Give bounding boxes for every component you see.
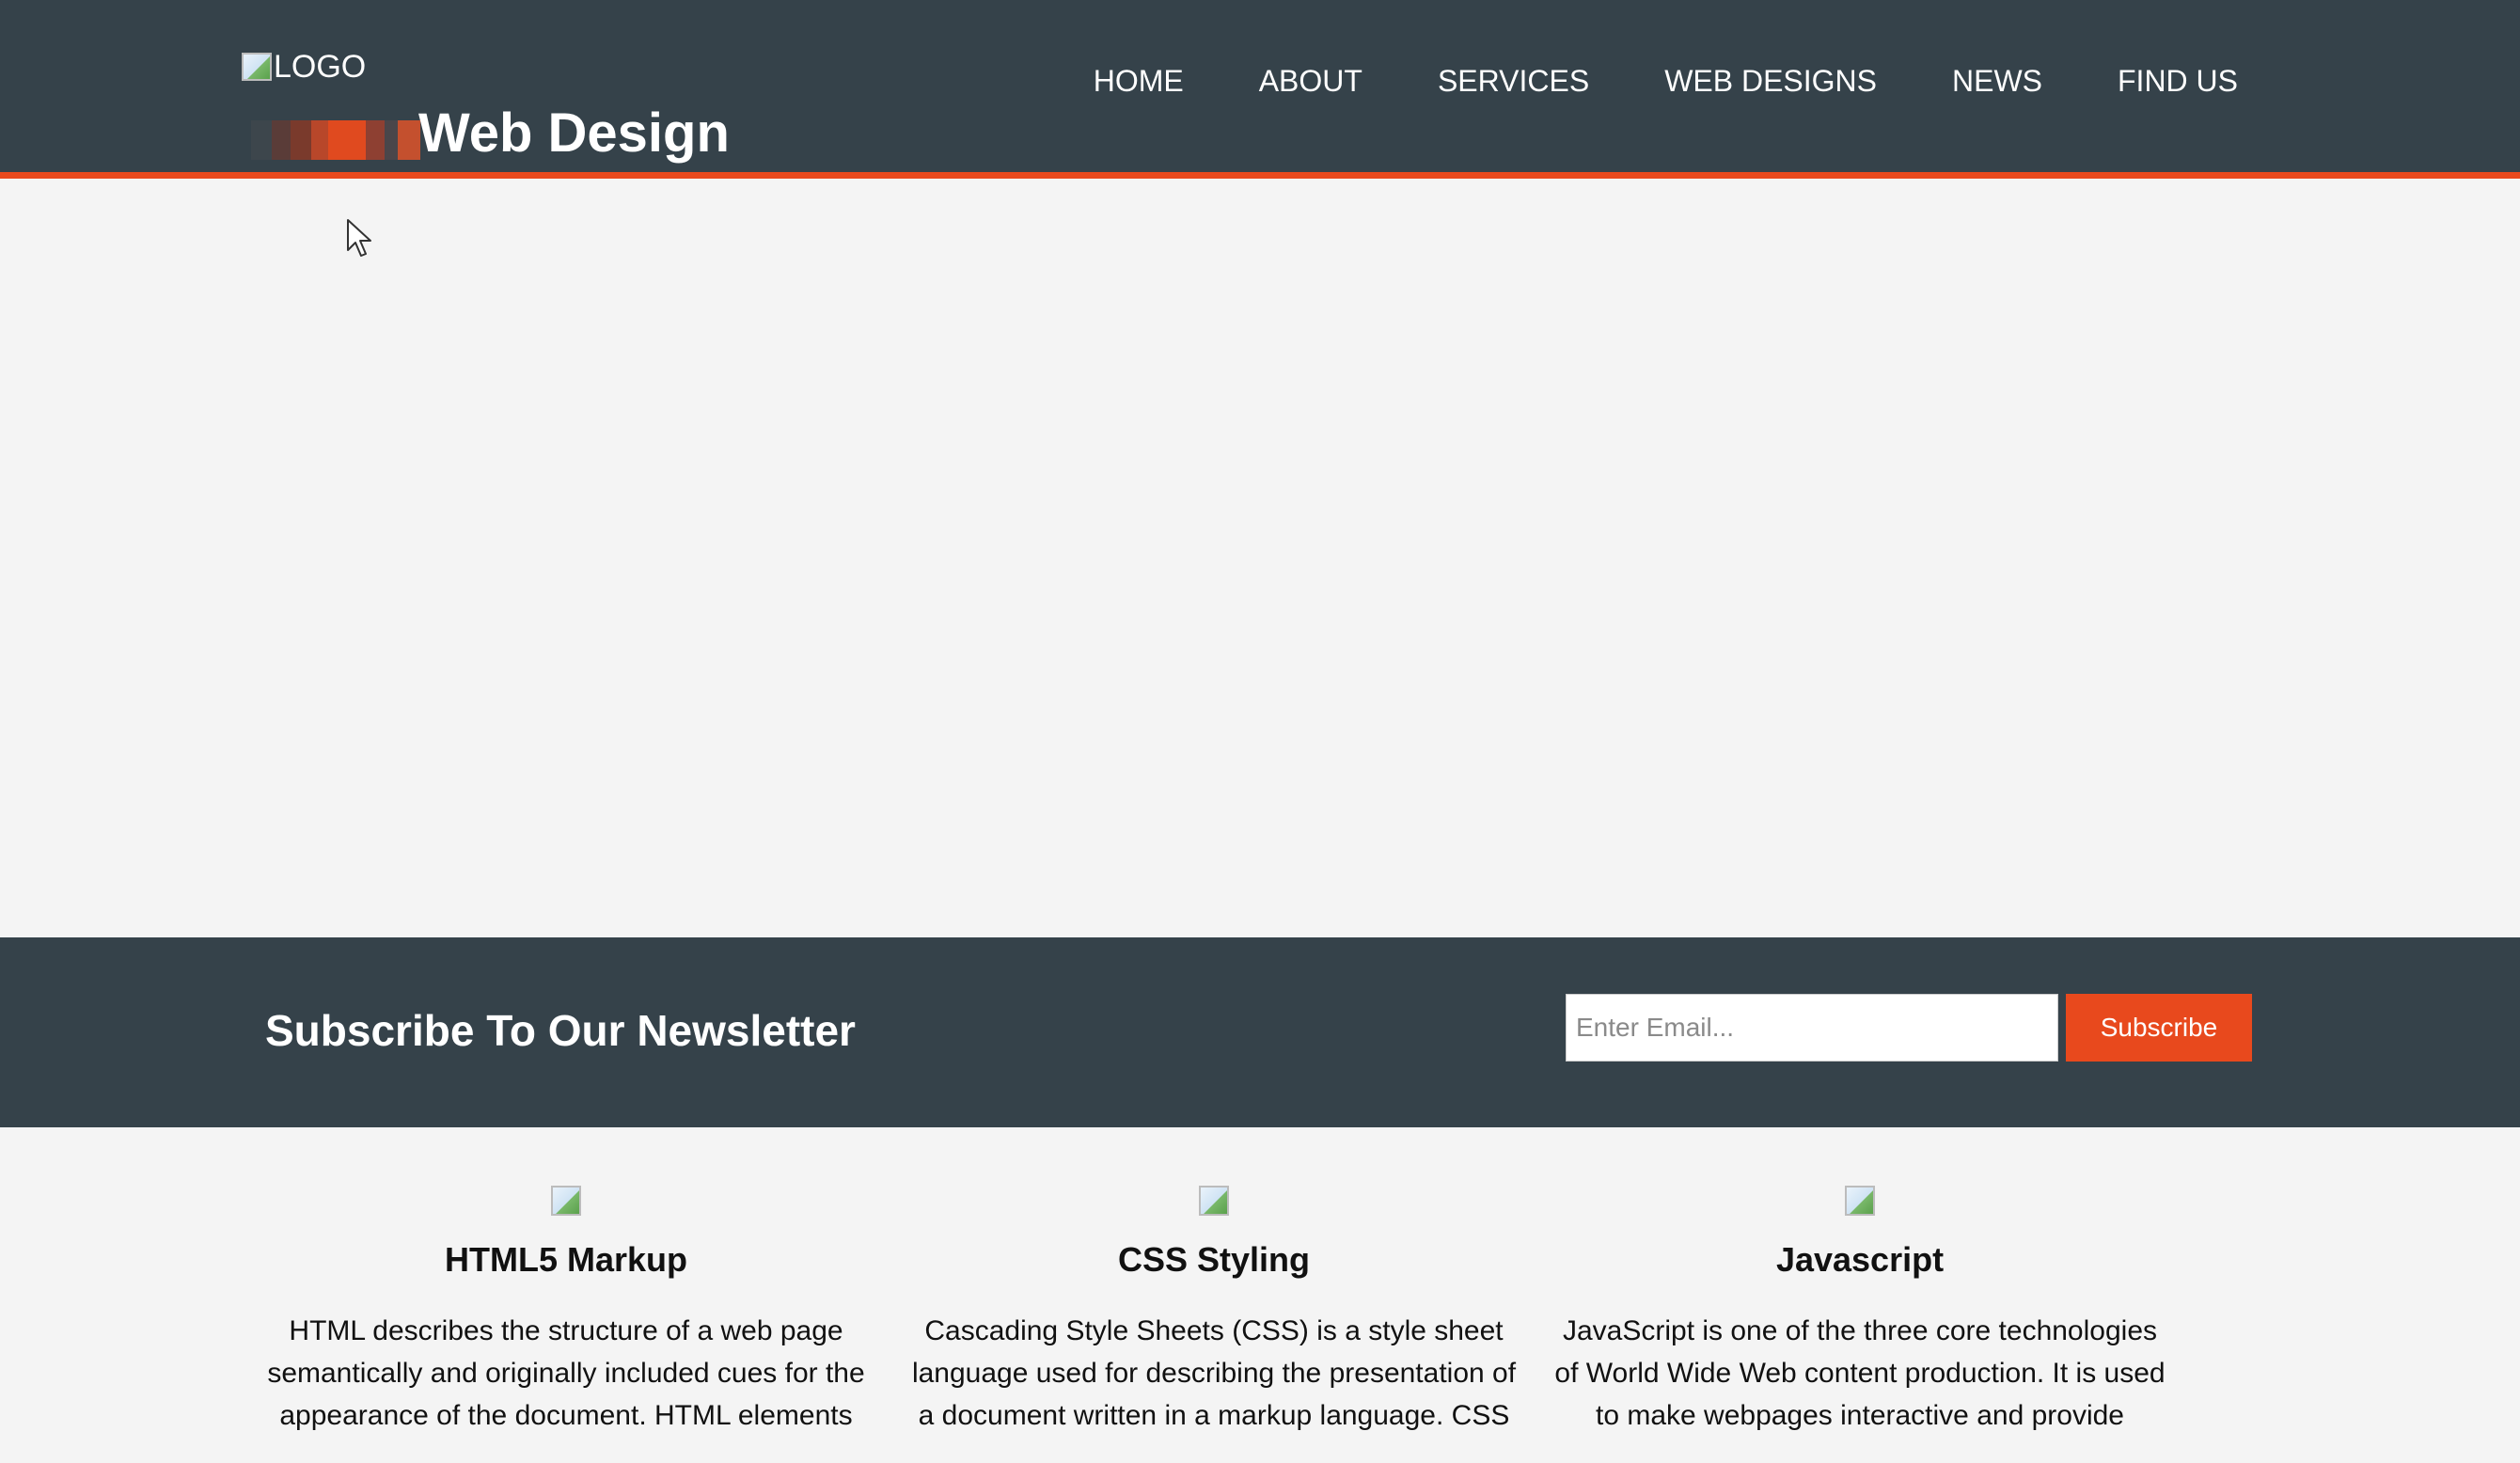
feature-text: JavaScript is one of the three core tech… [1554,1315,2166,1431]
nav-item-web-designs[interactable]: WEB DESIGNS [1664,64,1877,99]
pixelated-brand-mark [251,120,420,160]
email-input[interactable] [1566,994,2058,1062]
feature-box-html: HTML5 Markup HTML describes the structur… [256,1127,876,1437]
feature-title: CSS Styling [1117,1240,1311,1279]
broken-image-icon [242,53,272,81]
subscribe-button[interactable]: Subscribe [2066,994,2252,1062]
nav-item-find-us[interactable]: FIND US [2118,64,2238,99]
newsletter-heading: Subscribe To Our Newsletter [265,1006,856,1055]
nav-item-about[interactable]: ABOUT [1259,64,1362,99]
feature-title: Javascript [1775,1240,1945,1279]
site-header: LOGO Web Design HOME ABOUT SERVICES WEB … [0,0,2520,179]
mouse-cursor-icon [347,219,371,257]
nav-item-news[interactable]: NEWS [1952,64,2042,99]
main-nav: HOME ABOUT SERVICES WEB DESIGNS NEWS FIN… [1018,64,2238,99]
feature-text: HTML describes the structure of a web pa… [267,1315,865,1431]
feature-box-javascript: Javascript JavaScript is one of the thre… [1550,1127,2170,1437]
broken-image-icon [1199,1186,1229,1216]
feature-box-css: CSS Styling Cascading Style Sheets (CSS)… [904,1127,1524,1437]
logo-image[interactable]: LOGO [242,45,366,88]
feature-title: HTML5 Markup [444,1240,687,1279]
showcase [0,185,2520,937]
broken-image-icon [551,1186,581,1216]
feature-text: Cascading Style Sheets (CSS) is a style … [911,1315,1517,1431]
nav-item-services[interactable]: SERVICES [1438,64,1589,99]
site-title: Web Design [418,102,730,164]
logo-alt-text: LOGO [274,48,367,85]
newsletter-section: Subscribe To Our Newsletter Subscribe [0,937,2520,1127]
feature-boxes: HTML5 Markup HTML describes the structur… [0,1127,2520,1463]
broken-image-icon [1845,1186,1875,1216]
nav-item-home[interactable]: HOME [1094,64,1184,99]
